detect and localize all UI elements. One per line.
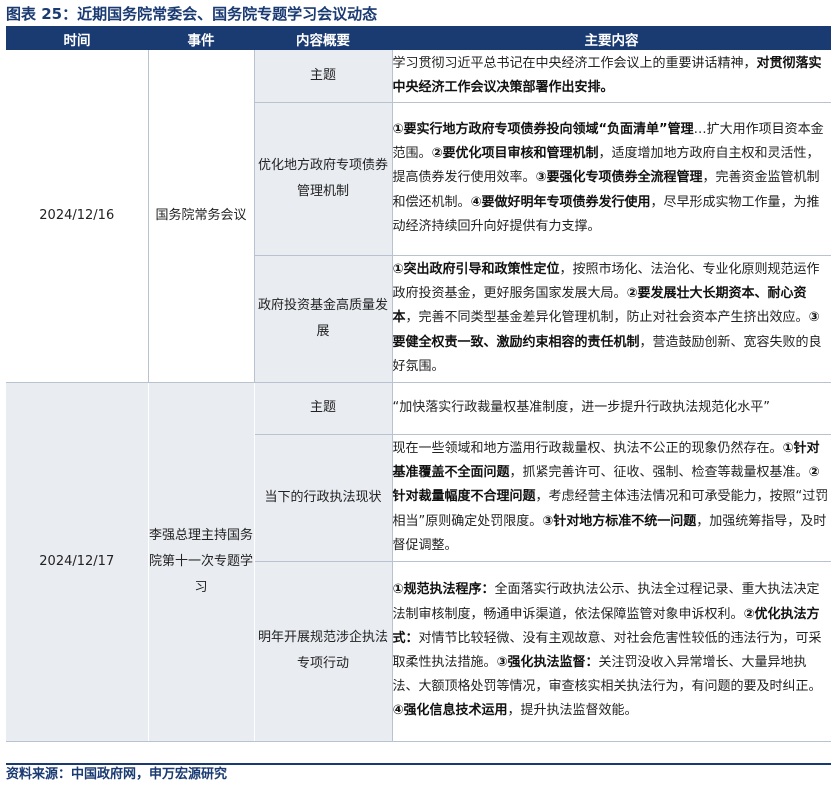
bold-text-segment: ②要优化项目审核和管理机制 <box>431 146 599 162</box>
text-segment: 现在一些领域和地方滥用行政裁量权、执法不公正的现象仍然存在。 <box>392 440 783 456</box>
content-cell: ①要实行地方政府专项债券投向领域“负面清单”管理…扩大用作项目资本金范围。②要优… <box>391 102 831 256</box>
header-content: 主要内容 <box>392 28 831 50</box>
policy-table: 时间 事件 内容概要 主要内容 2024/12/16 国务院常务会议 主题 学习… <box>6 28 831 742</box>
summary-cell: 当下的行政执法现状 <box>254 434 393 562</box>
content-cell: 现在一些领域和地方滥用行政裁量权、执法不公正的现象仍然存在。①针对基准覆盖不全面… <box>391 434 831 562</box>
header-summary: 内容概要 <box>254 28 392 50</box>
content-cell: ①突出政府引导和政策性定位，按照市场化、法治化、专业化原则规范运作政府投资基金，… <box>391 255 831 383</box>
summary-cell: 主题 <box>254 382 393 435</box>
bold-text-segment: ①突出政府引导和政策性定位 <box>392 261 560 277</box>
event-cell: 国务院常务会议 <box>148 50 255 383</box>
text-segment: “加快落实行政裁量权基准制度，进一步提升行政执法规范化水平” <box>392 399 770 415</box>
bold-text-segment: ①要实行地方政府专项债券投向领域“负面清单”管理 <box>392 121 694 137</box>
bold-text-segment: ③强化执法监督： <box>496 655 599 670</box>
event-cell: 李强总理主持国务院第十一次专题学习 <box>148 382 255 742</box>
source-note: 资料来源：中国政府网，申万宏源研究 <box>6 763 831 783</box>
text-segment: ，提升执法监督效能。 <box>507 703 638 719</box>
table-header-row: 时间 事件 内容概要 主要内容 <box>6 28 831 50</box>
header-event: 事件 <box>148 28 254 50</box>
content-cell: ①规范执法程序：全面落实行政执法公示、执法全过程记录、重大执法决定法制审核制度，… <box>391 561 831 742</box>
summary-cell: 优化地方政府专项债券管理机制 <box>254 102 393 256</box>
summary-cell: 明年开展规范涉企执法专项行动 <box>254 561 393 742</box>
table-row: 2024/12/17 李强总理主持国务院第十一次专题学习 主题 “加快落实行政裁… <box>6 382 831 742</box>
summary-cell: 政府投资基金高质量发展 <box>254 255 393 383</box>
date-cell: 2024/12/17 <box>6 382 149 742</box>
text-segment: 学习贯彻习近平总书记在中央经济工作会议上的重要讲话精神， <box>392 55 757 71</box>
header-time: 时间 <box>6 28 148 50</box>
content-cell: “加快落实行政裁量权基准制度，进一步提升行政执法规范化水平” <box>391 382 831 435</box>
text-segment: ，完善不同类型基金差异化管理机制，防止对社会资本产生挤出效应。 <box>405 310 809 326</box>
bold-text-segment: ①规范执法程序： <box>392 582 495 598</box>
date-cell: 2024/12/16 <box>6 50 149 383</box>
bold-text-segment: ④要做好明年专项债券发行使用 <box>470 194 651 210</box>
figure-title: 图表 25：近期国务院常委会、国务院专题学习会议动态 <box>6 2 831 28</box>
bold-text-segment: ③针对地方标准不统一问题 <box>542 513 697 529</box>
content-cell: 学习贯彻习近平总书记在中央经济工作会议上的重要讲话精神，对贯彻落实中央经济工作会… <box>391 50 831 103</box>
bold-text-segment: ③要强化专项债券全流程管理 <box>535 170 703 186</box>
table-row: 2024/12/16 国务院常务会议 主题 学习贯彻习近平总书记在中央经济工作会… <box>6 50 831 383</box>
text-segment: ，抓紧完善许可、征收、强制、检查等裁量权基准。 <box>509 465 809 481</box>
summary-cell: 主题 <box>254 50 393 103</box>
bold-text-segment: ④强化信息技术运用 <box>392 703 508 719</box>
